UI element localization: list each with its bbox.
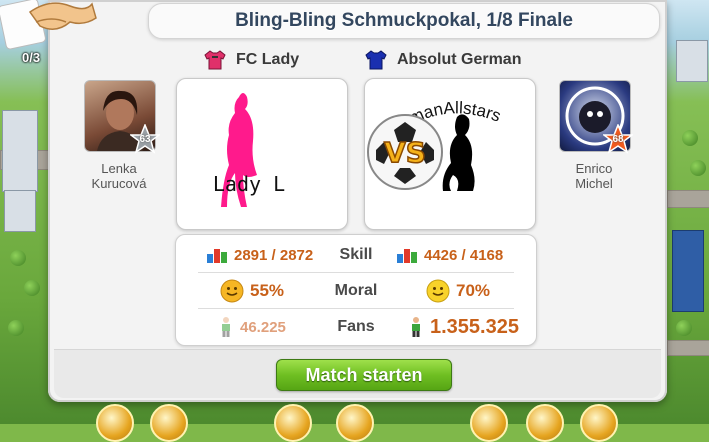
home-logo-text: Lady L: [213, 172, 285, 196]
away-team-name: Absolut German: [365, 50, 521, 70]
away-team-label: Absolut German: [397, 51, 522, 68]
home-team-label: FC Lady: [236, 51, 300, 68]
home-jersey-icon: [204, 50, 226, 70]
fan-figure-icon: [222, 317, 230, 337]
handshake-icon[interactable]: [0, 0, 100, 62]
home-team-name: FC Lady: [204, 50, 299, 70]
dock-icon[interactable]: [526, 404, 564, 442]
away-skill-value: 4426 / 4168: [424, 246, 504, 264]
stats-row-fans: 46.225 Fans 1.355.325: [176, 309, 536, 345]
stats-row-skill: 2891 / 2872 Skill 4426 / 4168: [176, 237, 536, 273]
stats-table: 2891 / 2872 Skill 4426 / 4168 55% Moral: [175, 234, 537, 346]
vs-ball-icon: VS: [367, 114, 443, 190]
away-level-value: 68: [612, 133, 624, 145]
fans-label: Fans: [337, 318, 375, 335]
home-moral-value: 55%: [250, 281, 285, 300]
dock-icon[interactable]: [580, 404, 618, 442]
home-player-name: Lenka Kurucová: [91, 161, 147, 191]
home-team-logo-card[interactable]: Lady L: [176, 78, 348, 230]
dock-icon[interactable]: [274, 404, 312, 442]
away-player-name: Enrico Michel: [575, 161, 613, 191]
dialog-footer: Match starten: [54, 349, 661, 398]
home-team-logo: Lady L: [213, 93, 285, 207]
fan-figure-icon: [412, 317, 420, 337]
away-fans-value: 1.355.325: [430, 315, 519, 338]
dock-icon[interactable]: [336, 404, 374, 442]
match-start-button[interactable]: Match starten: [276, 359, 452, 391]
title-bar: Bling-Bling Schmuckpokal, 1/8 Finale: [148, 3, 660, 39]
match-dialog: Bling-Bling Schmuckpokal, 1/8 Finale FC …: [48, 0, 667, 402]
dock-icon[interactable]: [150, 404, 188, 442]
cup-progress-count: 0/3: [22, 50, 41, 65]
dock-icon[interactable]: [96, 404, 134, 442]
moral-label: Moral: [334, 282, 378, 299]
skill-chart-icon: [207, 249, 227, 263]
smiley-icon: [220, 279, 244, 303]
svg-text:VS: VS: [384, 136, 426, 169]
home-fans-value: 46.225: [240, 318, 286, 336]
away-moral-value: 70%: [456, 281, 491, 300]
smiley-icon: [426, 279, 450, 303]
stats-row-moral: 55% Moral 70%: [176, 273, 536, 309]
dock-icon[interactable]: [470, 404, 508, 442]
skill-chart-icon: [397, 249, 417, 263]
dialog-title: Bling-Bling Schmuckpokal, 1/8 Finale: [235, 10, 573, 31]
home-level-value: 63: [139, 133, 151, 145]
home-skill-value: 2891 / 2872: [234, 246, 314, 264]
away-jersey-icon: [365, 50, 387, 70]
skill-label: Skill: [339, 246, 373, 263]
